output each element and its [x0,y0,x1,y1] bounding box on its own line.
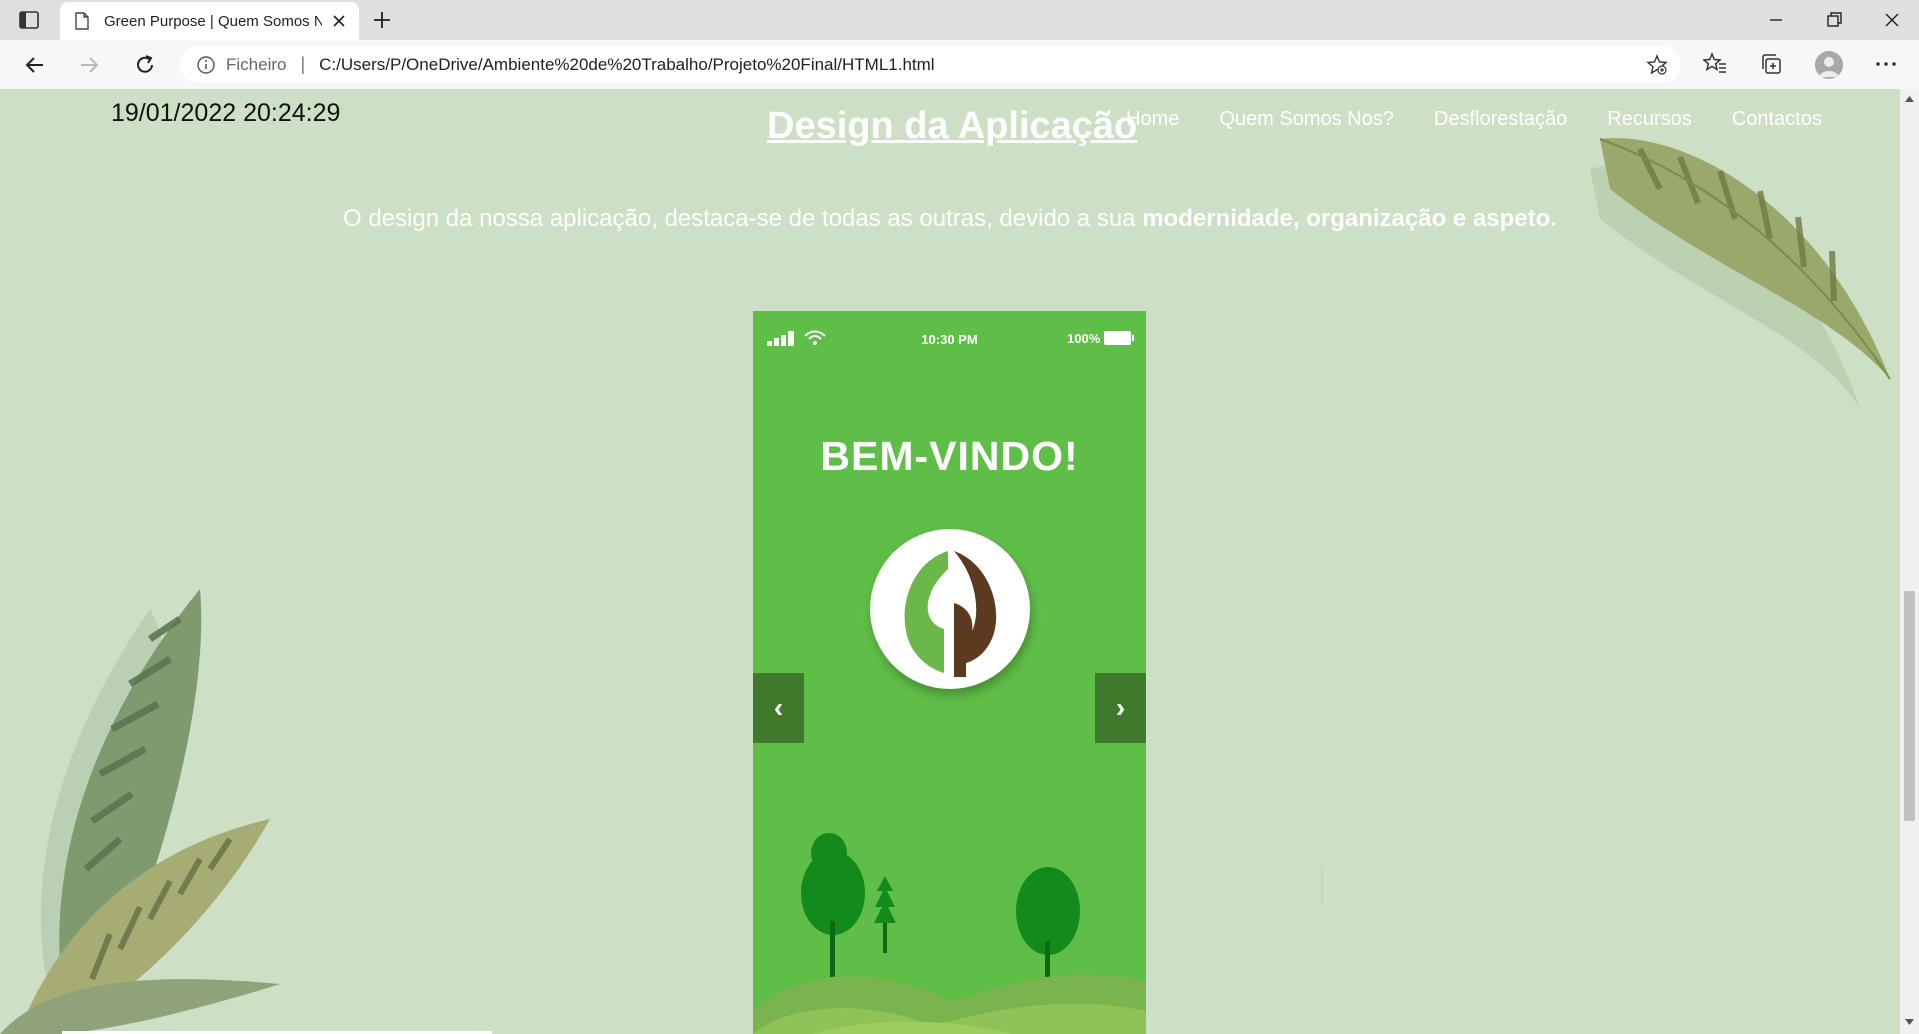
page-heading[interactable]: Design da Aplicação [767,105,1137,148]
green-purpose-logo [870,529,1030,689]
page-content: 19/01/2022 20:24:29 Design da Aplicação … [0,89,1900,1034]
sidebar-icon[interactable] [18,10,40,30]
info-icon[interactable] [196,55,216,75]
scroll-up-arrow-icon[interactable] [1904,94,1915,104]
favorites-icon[interactable] [1702,51,1728,77]
forward-icon[interactable] [76,52,102,78]
scroll-down-arrow-icon[interactable] [1904,1017,1915,1027]
divider [1321,866,1323,906]
datetime-display: 19/01/2022 20:24:29 [111,99,341,127]
nav-link-home[interactable]: Home [1126,108,1179,131]
phone-battery-text: 100% [1067,331,1101,346]
tab-title: Green Purpose | Quem Somos N [104,12,322,30]
address-bar[interactable]: Ficheiro | C:/Users/P/OneDrive/Ambiente%… [180,46,1680,83]
close-icon[interactable] [331,13,347,29]
page-icon [75,12,89,30]
leaf-logo-icon [904,551,997,677]
scheme-label: Ficheiro [226,54,287,74]
nav-link-recursos[interactable]: Recursos [1607,108,1691,131]
collections-icon[interactable] [1758,51,1784,77]
vertical-scrollbar[interactable] [1900,89,1919,1034]
nav-link-contactos[interactable]: Contactos [1732,108,1822,131]
nav-link-quem-somos[interactable]: Quem Somos Nos? [1219,108,1394,131]
leaf-decoration-top-right [1590,138,1891,409]
browser-tab[interactable]: Green Purpose | Quem Somos N [60,2,359,40]
app-screenshot-slide: 10:30 PM 100% BEM-VINDO! ‹ › [753,311,1146,1034]
back-icon[interactable] [22,52,48,78]
nav-link-desflorestacao[interactable]: Desflorestação [1434,108,1567,131]
leaf-decoration-bottom-left [0,589,280,1034]
intro-text: O design da nossa aplicação, destaca-se … [0,205,1900,233]
tree-landscape-illustration [753,833,1146,1034]
phone-status-bar: 10:30 PM 100% [753,329,1146,349]
slide-prev-button[interactable]: ‹ [753,673,804,743]
browser-tabbar: Green Purpose | Quem Somos N [0,0,1919,40]
plus-icon[interactable] [370,8,394,32]
browser-toolbar: Ficheiro | C:/Users/P/OneDrive/Ambiente%… [0,40,1919,90]
welcome-title: BEM-VINDO! [820,433,1079,479]
minimize-icon[interactable] [1764,8,1788,32]
main-nav: Home Quem Somos Nos? Desflorestação Recu… [1126,108,1822,131]
close-window-icon[interactable] [1880,8,1904,32]
url-text[interactable]: C:/Users/P/OneDrive/Ambiente%20de%20Trab… [319,55,934,75]
profile-icon[interactable] [1815,51,1843,79]
scheme-separator: | [300,54,306,74]
slide-next-button[interactable]: › [1095,673,1146,743]
restore-icon[interactable] [1822,8,1846,32]
more-icon[interactable] [1873,51,1899,77]
scrollbar-thumb[interactable] [1904,591,1915,821]
intro-bold-text: modernidade, organização e aspeto. [1142,205,1557,232]
battery-icon [1104,331,1134,345]
add-favorite-icon[interactable] [1646,54,1668,76]
intro-plain-text: O design da nossa aplicação, destaca-se … [343,205,1143,232]
refresh-icon[interactable] [132,52,158,78]
